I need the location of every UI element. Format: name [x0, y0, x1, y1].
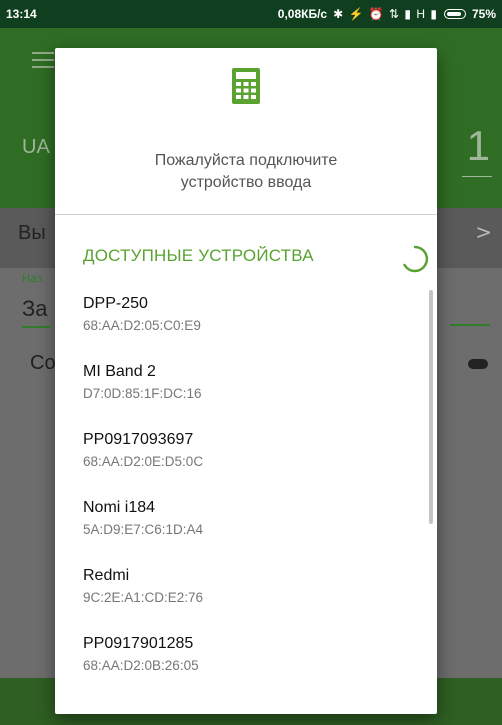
- background-select-label: Вы: [18, 222, 46, 244]
- loading-spinner-icon: [403, 245, 429, 273]
- chevron-right-icon: >: [475, 220, 492, 244]
- status-right: 0,08КБ/с ✱ ⚡ ⏰ ⇅ ▮ H ▮ 75%: [278, 7, 496, 21]
- background-field-value: За: [22, 296, 48, 321]
- background-field-underline: [22, 326, 50, 328]
- device-name: PP0917901285: [83, 635, 194, 652]
- device-item-dpp-250[interactable]: DPP-250 68:AA:D2:05:C0:E9: [83, 294, 413, 354]
- menu-icon[interactable]: [32, 52, 54, 68]
- dialog-message-line1: Пожалуйста подключите: [154, 152, 338, 169]
- device-name: Redmi: [83, 567, 130, 584]
- device-item-pp0917901285[interactable]: PP0917901285 68:AA:D2:0B:26:05: [83, 634, 413, 694]
- status-icons: ✱ ⚡ ⏰ ⇅ ▮ H ▮: [333, 7, 438, 21]
- device-address: 68:AA:D2:05:C0:E9: [83, 318, 201, 333]
- device-item-mi-band-2[interactable]: MI Band 2 D7:0D:85:1F:DC:16: [83, 362, 413, 422]
- device-item-pp0917093697[interactable]: PP0917093697 68:AA:D2:0E:D5:0C: [83, 430, 413, 490]
- device-name: Nomi i184: [83, 499, 156, 516]
- battery-icon: [443, 9, 466, 19]
- background-field-hint: Наз: [22, 272, 43, 285]
- status-bar: 13:14 0,08КБ/с ✱ ⚡ ⏰ ⇅ ▮ H ▮ 75%: [0, 0, 502, 28]
- background-toggle: [468, 359, 488, 369]
- device-address: 9C:2E:A1:CD:E2:76: [83, 590, 204, 605]
- background-option-label: Со: [30, 352, 56, 374]
- calculator-icon: [232, 68, 260, 104]
- background-divider: [462, 176, 492, 177]
- device-picker-dialog: Пожалуйста подключите устройство ввода Д…: [55, 48, 437, 714]
- dialog-message: Пожалуйста подключите устройство ввода: [55, 150, 437, 194]
- device-address: 68:AA:D2:0E:D5:0C: [83, 454, 204, 469]
- background-amount: 1: [466, 122, 490, 169]
- background-field-underline-right: [450, 324, 490, 326]
- dialog-message-line2: устройство ввода: [180, 174, 312, 191]
- status-time: 13:14: [6, 7, 37, 21]
- background-currency-label: UA: [22, 136, 50, 158]
- dialog-divider: [55, 214, 437, 215]
- battery-level: 75%: [471, 7, 496, 21]
- device-item-nomi-i184[interactable]: Nomi i184 5A:D9:E7:C6:1D:A4: [83, 498, 413, 558]
- available-devices-title: ДОСТУПНЫЕ УСТРОЙСТВА: [83, 246, 314, 265]
- device-name: MI Band 2: [83, 363, 156, 380]
- device-list-scrollbar[interactable]: [429, 290, 433, 524]
- device-address: 5A:D9:E7:C6:1D:A4: [83, 522, 204, 537]
- device-name: DPP-250: [83, 295, 148, 312]
- device-name: PP0917093697: [83, 431, 194, 448]
- device-address: D7:0D:85:1F:DC:16: [83, 386, 202, 401]
- device-item-redmi[interactable]: Redmi 9C:2E:A1:CD:E2:76: [83, 566, 413, 626]
- device-address: 68:AA:D2:0B:26:05: [83, 658, 199, 673]
- network-speed: 0,08КБ/с: [277, 7, 328, 21]
